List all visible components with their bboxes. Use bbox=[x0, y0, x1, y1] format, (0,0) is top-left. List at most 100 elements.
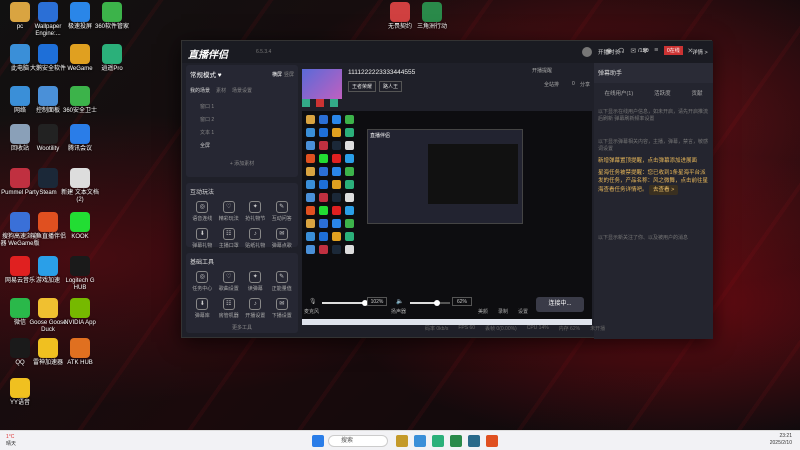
desktop-icon[interactable]: 腾讯会议 bbox=[60, 124, 100, 153]
app-icon bbox=[10, 2, 30, 22]
stream-cover-thumbnail[interactable] bbox=[302, 69, 342, 99]
stream-tag[interactable]: 路人王 bbox=[379, 81, 403, 92]
scene-item[interactable]: 全屏 bbox=[190, 139, 294, 152]
interact-item[interactable]: ♪ 贴纸礼物 bbox=[243, 228, 268, 249]
avatar[interactable] bbox=[582, 47, 592, 57]
app-icon bbox=[38, 256, 58, 276]
interact-item[interactable]: ⬇ 弹幕礼物 bbox=[190, 228, 215, 249]
desktop-icon[interactable]: 新建 文本文档 (2) bbox=[60, 168, 100, 204]
tab-materials[interactable]: 素材 bbox=[216, 87, 226, 94]
live-count: /120 bbox=[638, 48, 649, 54]
fans-ranking[interactable]: 全站排 bbox=[544, 81, 559, 88]
desktop-icon-label: NVIDIA App bbox=[64, 320, 96, 326]
status-state: 未开播 bbox=[590, 326, 606, 332]
task-link[interactable]: 去查看 > bbox=[649, 185, 679, 195]
desktop-icon[interactable]: NVIDIA App bbox=[60, 298, 100, 327]
desktop-icon[interactable]: YY语音 bbox=[0, 378, 40, 407]
stream-preview[interactable]: 直播伴侣 bbox=[302, 111, 592, 325]
gift-icon[interactable]: ✉ bbox=[630, 47, 636, 55]
tool-item[interactable]: ♪ 开播设置 bbox=[243, 298, 268, 319]
app-titlebar[interactable]: 直播伴侣 6.5.3.4 ◉ ☊ ✉ ✾ ≡ — □ ✕ bbox=[182, 41, 713, 63]
desktop-icon[interactable]: ATK HUB bbox=[60, 338, 100, 367]
scene-item[interactable]: 窗口 2 bbox=[190, 113, 294, 126]
weather-widget[interactable]: 1°C 晴天 bbox=[6, 434, 16, 448]
tab-portrait[interactable]: 竖屏 bbox=[284, 72, 294, 78]
more-tools-button[interactable]: 更多工具 bbox=[190, 324, 294, 331]
file-explorer-icon[interactable] bbox=[396, 435, 408, 447]
interact-item[interactable]: ✦ 抢礼物节 bbox=[243, 201, 268, 222]
scene-item[interactable]: 窗口 1 bbox=[190, 100, 294, 113]
share-button[interactable]: 分享 bbox=[580, 81, 590, 88]
record-button[interactable]: 录制 bbox=[498, 308, 508, 315]
menu-icon[interactable]: ≡ bbox=[654, 47, 658, 55]
speaker-icon[interactable]: 🔈 bbox=[396, 298, 403, 305]
start-live-button[interactable]: 连接中... bbox=[536, 297, 584, 312]
interact-item[interactable]: ☷ 主播口罩 bbox=[217, 228, 242, 249]
app-icon bbox=[38, 168, 58, 188]
desktop-icon[interactable]: KOOK bbox=[60, 212, 100, 241]
detail-link[interactable]: 详情 > bbox=[692, 48, 708, 56]
preview-desktop-icon bbox=[306, 245, 315, 254]
scene-mode-selector[interactable]: 常规模式 ♥ bbox=[190, 69, 222, 79]
pin-hint[interactable]: 新增弹幕置顶提醒，点击弹幕添加进展面 bbox=[598, 157, 709, 165]
app-icon[interactable] bbox=[468, 435, 480, 447]
tab-activity[interactable]: 活跃度 bbox=[654, 89, 671, 97]
interact-item[interactable]: ✉ 弹幕点歌 bbox=[270, 228, 295, 249]
interact-label: 抢礼物节 bbox=[245, 216, 266, 222]
open-live-reminder[interactable]: 开播提醒 bbox=[532, 67, 552, 74]
interact-item[interactable]: ♡ 精彩玩法 bbox=[217, 201, 242, 222]
stream-tag[interactable]: 王者荣耀 bbox=[348, 81, 377, 92]
tool-icon: ♪ bbox=[249, 298, 262, 310]
beauty-button[interactable]: 美颜 bbox=[478, 308, 488, 315]
desktop-icon[interactable]: 360软件管家 bbox=[92, 2, 132, 31]
add-material-button[interactable]: + 添加素材 bbox=[190, 160, 294, 167]
speaker-percent[interactable]: 62% bbox=[452, 297, 472, 306]
browser-icon[interactable] bbox=[414, 435, 426, 447]
desktop-icon[interactable]: 360安全卫士 bbox=[60, 86, 100, 115]
interact-title: 互动玩法 bbox=[190, 190, 215, 196]
desktop-icon[interactable]: 三角洲行动 bbox=[412, 2, 452, 31]
app-icon bbox=[38, 298, 58, 318]
desktop-icon[interactable]: Logitech G HUB bbox=[60, 256, 100, 292]
live-app-icon[interactable] bbox=[486, 435, 498, 447]
tab-my-scenes[interactable]: 我的场景 bbox=[190, 87, 210, 94]
start-menu-icon[interactable] bbox=[312, 435, 324, 447]
mic-icon[interactable]: 🎙 bbox=[309, 298, 317, 305]
settings-button[interactable]: 设置 bbox=[518, 308, 528, 315]
source-icon[interactable] bbox=[302, 99, 310, 107]
game-icon[interactable] bbox=[450, 435, 462, 447]
tab-scene-settings[interactable]: 场景设置 bbox=[232, 87, 252, 94]
tool-item[interactable]: ✦ 读弹幕 bbox=[243, 271, 268, 292]
source-icon[interactable] bbox=[316, 99, 324, 107]
stream-title[interactable]: 1111222223333444555 bbox=[348, 69, 415, 76]
tool-item[interactable]: ◎ 任务中心 bbox=[190, 271, 215, 292]
desktop-icon[interactable]: 逍遥Pro bbox=[92, 44, 132, 73]
mic-volume-slider[interactable] bbox=[322, 300, 368, 306]
preview-desktop-icon bbox=[306, 232, 315, 241]
taskbar-search[interactable]: 搜索 bbox=[328, 435, 388, 447]
app-icon[interactable] bbox=[432, 435, 444, 447]
tab-online-users[interactable]: 在线用户(1) bbox=[604, 89, 633, 97]
mic-percent[interactable]: 102% bbox=[367, 297, 387, 306]
tool-icon: ☷ bbox=[222, 298, 235, 310]
tool-label: 开播设置 bbox=[245, 313, 266, 319]
tool-item[interactable]: ⬇ 弹幕库 bbox=[190, 298, 215, 319]
interact-item[interactable]: ◎ 语音连线 bbox=[190, 201, 215, 222]
app-icon bbox=[10, 86, 30, 106]
source-icon[interactable] bbox=[330, 99, 338, 107]
tool-item[interactable]: ♡ 歌曲设置 bbox=[217, 271, 242, 292]
tab-landscape[interactable]: 横屏 bbox=[272, 72, 282, 78]
scene-card: 常规模式 ♥ 横屏 竖屏 我的场景 素材 场景设置 窗口 1 窗口 2 文本 1… bbox=[186, 65, 298, 177]
system-clock[interactable]: 23:21 2025/2/10 bbox=[770, 433, 792, 447]
mic-label: 麦克风 bbox=[304, 309, 320, 315]
live-streaming-app-window[interactable]: 直播伴侣 6.5.3.4 ◉ ☊ ✉ ✾ ≡ — □ ✕ 常规模式 ♥ 横屏 竖… bbox=[181, 40, 713, 339]
tool-item[interactable]: ☷ 房管机器 bbox=[217, 298, 242, 319]
tool-item[interactable]: ✎ 正能量值 bbox=[270, 271, 295, 292]
speaker-volume-slider[interactable] bbox=[410, 300, 450, 306]
preview-desktop-icon bbox=[345, 141, 354, 150]
interact-item[interactable]: ✎ 互动问答 bbox=[270, 201, 295, 222]
tab-contribution[interactable]: 贡献 bbox=[692, 89, 703, 97]
scene-item[interactable]: 文本 1 bbox=[190, 126, 294, 139]
tool-item[interactable]: ✉ 下播设置 bbox=[270, 298, 295, 319]
interact-icon: ✦ bbox=[249, 201, 262, 213]
